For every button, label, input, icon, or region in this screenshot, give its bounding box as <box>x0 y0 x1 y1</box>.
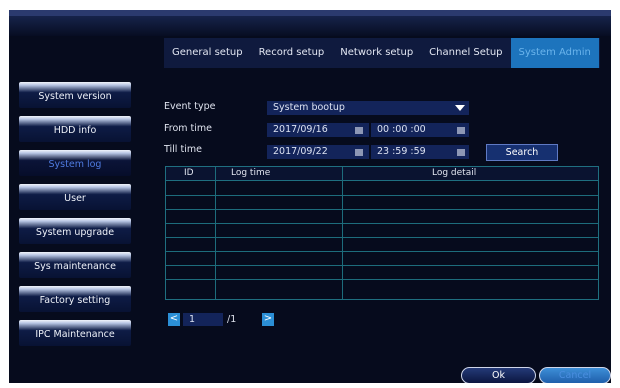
calendar-icon[interactable] <box>355 149 363 156</box>
clock-icon[interactable] <box>457 127 465 134</box>
tab-system-admin[interactable]: System Admin <box>510 38 599 68</box>
from-date-field[interactable]: 2017/09/16 <box>267 123 369 137</box>
search-button[interactable]: Search <box>486 144 558 161</box>
column-header-log-detail: Log detail <box>432 168 477 178</box>
event-type-value: System bootup <box>273 102 345 113</box>
from-date-value: 2017/09/16 <box>273 124 328 135</box>
next-page-button[interactable]: > <box>262 313 274 326</box>
tab-record-setup[interactable]: Record setup <box>251 38 333 68</box>
tab-network-setup[interactable]: Network setup <box>332 38 421 68</box>
cancel-button[interactable]: Cancel <box>539 367 611 383</box>
event-type-label: Event type <box>164 101 216 112</box>
from-time-label: From time <box>164 123 213 134</box>
dvr-window: General setup Record setup Network setup… <box>9 10 611 383</box>
table-row[interactable] <box>166 195 598 196</box>
from-time-field[interactable]: 00 :00 :00 <box>371 123 469 137</box>
table-header: ID Log time Log detail <box>166 167 598 181</box>
log-table: ID Log time Log detail <box>165 166 599 300</box>
clock-icon[interactable] <box>457 149 465 156</box>
column-header-log-time: Log time <box>231 168 271 178</box>
chevron-down-icon <box>455 105 465 111</box>
table-row[interactable] <box>166 209 598 210</box>
till-date-value: 2017/09/22 <box>273 146 328 157</box>
sidebar-item-factory-setting[interactable]: Factory setting <box>19 286 131 312</box>
sidebar-item-system-upgrade[interactable]: System upgrade <box>19 218 131 244</box>
ok-button[interactable]: Ok <box>461 367 536 383</box>
sidebar-item-sys-maintenance[interactable]: Sys maintenance <box>19 252 131 278</box>
sidebar-item-system-version[interactable]: System version <box>19 82 131 108</box>
sidebar-item-system-log[interactable]: System log <box>19 150 131 176</box>
sidebar-item-ipc-maintenance[interactable]: IPC Maintenance <box>19 320 131 346</box>
till-time-field[interactable]: 23 :59 :59 <box>371 145 469 159</box>
page-number-input[interactable]: 1 <box>183 313 223 326</box>
till-date-field[interactable]: 2017/09/22 <box>267 145 369 159</box>
table-row[interactable] <box>166 237 598 238</box>
sidebar: System version HDD info System log User … <box>19 82 131 354</box>
event-type-select[interactable]: System bootup <box>267 101 469 115</box>
table-row[interactable] <box>166 223 598 224</box>
till-time-label: Till time <box>164 144 202 155</box>
title-bar <box>9 16 611 36</box>
sidebar-item-user[interactable]: User <box>19 184 131 210</box>
table-row[interactable] <box>166 265 598 266</box>
tab-general-setup[interactable]: General setup <box>164 38 251 68</box>
calendar-icon[interactable] <box>355 127 363 134</box>
tab-channel-setup[interactable]: Channel Setup <box>421 38 510 68</box>
column-header-id: ID <box>184 168 194 178</box>
page-total: /1 <box>227 314 237 325</box>
prev-page-button[interactable]: < <box>168 313 180 326</box>
table-row[interactable] <box>166 279 598 280</box>
top-tab-bar: General setup Record setup Network setup… <box>164 38 600 68</box>
table-row[interactable] <box>166 251 598 252</box>
sidebar-item-hdd-info[interactable]: HDD info <box>19 116 131 142</box>
till-time-value: 23 :59 :59 <box>377 146 426 157</box>
from-time-value: 00 :00 :00 <box>377 124 426 135</box>
